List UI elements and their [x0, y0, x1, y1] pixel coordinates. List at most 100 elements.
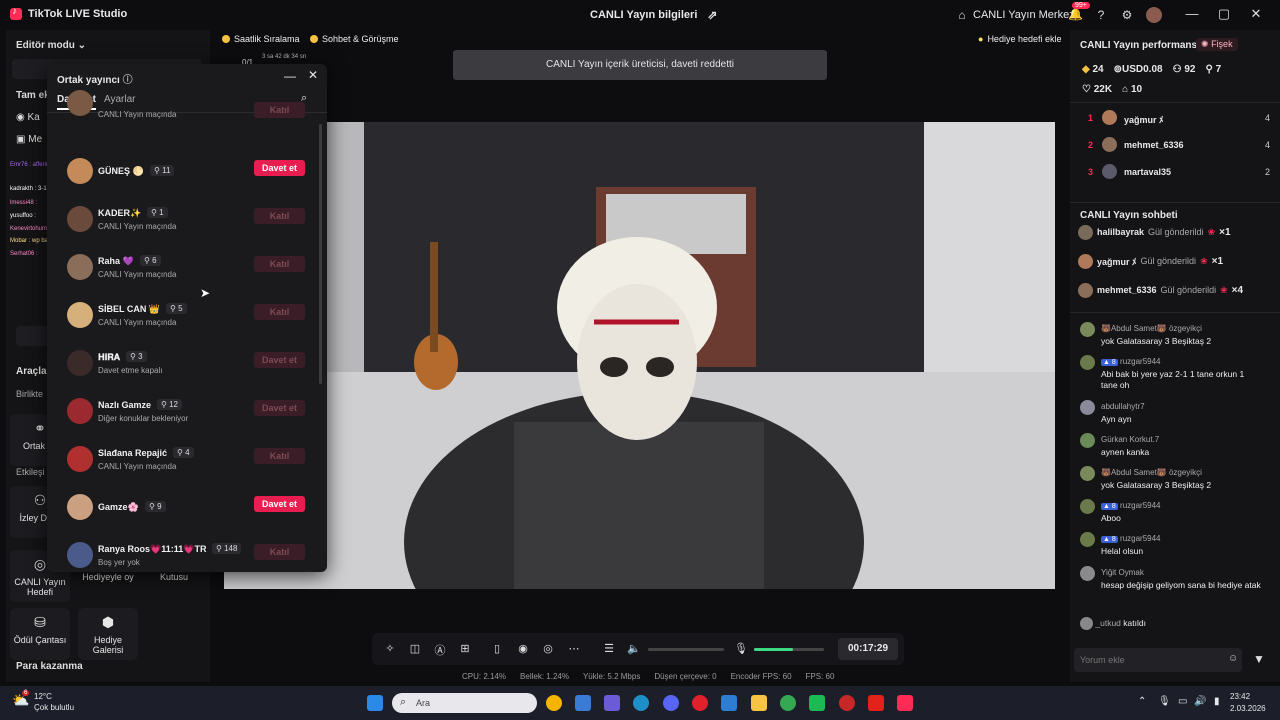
- message-user-name: ruzgar5944: [1120, 501, 1161, 510]
- hourly-ranking-tab[interactable]: Saatlik Sıralama: [222, 32, 300, 46]
- info-icon[interactable]: ⓘ: [123, 75, 133, 86]
- record-icon[interactable]: ◉: [516, 642, 530, 656]
- avatar[interactable]: [67, 206, 93, 232]
- taskbar-search[interactable]: ⌕ Ara: [392, 693, 537, 713]
- invite-action-button[interactable]: Katıl: [254, 448, 305, 464]
- scrollbar[interactable]: [319, 124, 322, 384]
- coin-icon: ◆: [1082, 64, 1090, 75]
- youtube-icon[interactable]: [868, 695, 884, 711]
- screen-icon[interactable]: ⊞: [458, 642, 472, 656]
- portrait-icon[interactable]: ▯: [490, 642, 504, 656]
- ranking-row[interactable]: 3 martaval35 2: [1080, 163, 1272, 183]
- avatar[interactable]: [67, 90, 93, 116]
- firecracker-badge[interactable]: ✺ Fişek: [1196, 38, 1238, 51]
- reward-bag-tool[interactable]: ⛁ Ödül Çantası: [10, 608, 70, 660]
- microphone-icon[interactable]: 🎙: [734, 642, 748, 656]
- source-media[interactable]: ▣ Me: [16, 134, 42, 145]
- network-icon[interactable]: ▭: [1178, 696, 1187, 707]
- comment-input[interactable]: ☺: [1074, 648, 1242, 672]
- start-windows-icon[interactable]: [367, 695, 383, 711]
- chat-message: Yiğit Oymak hesap değişip geliyom sana bi…: [1080, 566, 1270, 596]
- filter-icon[interactable]: ▼: [1253, 652, 1265, 666]
- invite-action-button[interactable]: Katıl: [254, 102, 305, 118]
- minimize-icon[interactable]: —: [284, 69, 296, 83]
- editor-mode-dropdown[interactable]: Editör modu ⌄: [16, 40, 86, 51]
- live-info-button[interactable]: CANLI Yayın bilgileri ⇗: [590, 8, 719, 22]
- speaker-icon[interactable]: 🔈: [627, 642, 641, 656]
- magic-icon[interactable]: ✧: [383, 642, 397, 656]
- ranking-row[interactable]: 2 mehmet_6336 4: [1080, 136, 1272, 156]
- folder-icon[interactable]: [751, 695, 767, 711]
- effects-icon[interactable]: ◫: [408, 642, 422, 656]
- tiktok-studio-taskbar-icon[interactable]: [897, 695, 913, 711]
- more-icon[interactable]: ⋯: [567, 642, 581, 656]
- invite-action-button[interactable]: Katıl: [254, 256, 305, 272]
- clock-time[interactable]: 23:42: [1230, 692, 1250, 701]
- gear-icon[interactable]: ⚙: [1120, 8, 1134, 22]
- chat-message: 🐻Abdul Samet🐻 özgeyikçi yok Galatasaray 3…: [1080, 322, 1270, 352]
- avatar[interactable]: [67, 158, 93, 184]
- invite-action-button[interactable]: Davet et: [254, 400, 305, 416]
- avatar[interactable]: [1146, 7, 1162, 23]
- gift-goal-button[interactable]: ● Hediye hedefi ekle: [978, 32, 1062, 46]
- discord-icon[interactable]: [663, 695, 679, 711]
- app-red-icon[interactable]: [839, 695, 855, 711]
- minimize-button[interactable]: —: [1182, 6, 1202, 24]
- notifications-button[interactable]: 🔔 99+: [1068, 2, 1090, 21]
- settings-sliders-icon[interactable]: ☰: [602, 642, 616, 656]
- avatar: [1078, 253, 1093, 269]
- mic-volume-slider[interactable]: [754, 648, 824, 651]
- avatar[interactable]: [67, 350, 93, 376]
- teams-icon[interactable]: [604, 695, 620, 711]
- avatar[interactable]: [67, 494, 93, 520]
- volume-icon[interactable]: 🔊: [1194, 696, 1206, 707]
- weather-widget[interactable]: ⛅ 6 12°C Çok bulutlu: [12, 690, 74, 712]
- comment-field[interactable]: [1080, 652, 1220, 668]
- mail-icon[interactable]: [721, 695, 737, 711]
- invite-action-button[interactable]: Davet et: [254, 352, 305, 368]
- close-icon[interactable]: ✕: [308, 68, 318, 82]
- avatar[interactable]: [67, 398, 93, 424]
- avatar[interactable]: [67, 302, 93, 328]
- invite-name: Nazlı Gamze: [98, 400, 152, 410]
- invite-action-button[interactable]: Katıl: [254, 208, 305, 224]
- avatar[interactable]: [67, 254, 93, 280]
- chrome-alt-icon[interactable]: [780, 695, 796, 711]
- speaker-volume-slider[interactable]: [648, 648, 724, 651]
- gift-vote-label: Hediyeyle oy: [82, 572, 134, 582]
- emoji-icon[interactable]: ☺: [1228, 653, 1238, 664]
- app-green-icon[interactable]: [809, 695, 825, 711]
- ranking-row[interactable]: 1 yağmur ﾒ 4: [1080, 109, 1272, 129]
- gift-gallery-tool[interactable]: ⬢ Hediye Galerisi: [78, 608, 138, 660]
- store-icon[interactable]: [575, 695, 591, 711]
- invite-count: ⚲ 9: [145, 501, 166, 512]
- capture-icon[interactable]: ◎: [541, 642, 555, 656]
- invite-action-button[interactable]: Davet et: [254, 160, 305, 176]
- avatar[interactable]: [67, 446, 93, 472]
- help-icon[interactable]: ?: [1094, 8, 1108, 22]
- search-icon: ⌕: [400, 696, 407, 708]
- mic-tray-icon[interactable]: 🎙: [1158, 696, 1171, 707]
- invite-action-button[interactable]: Katıl: [254, 304, 305, 320]
- video-preview[interactable]: [224, 122, 1055, 589]
- message-user-name: Gürkan Korkut.7: [1101, 435, 1160, 444]
- avatar[interactable]: [67, 542, 93, 568]
- message-user: 🐻Abdul Samet🐻 özgeyikçi: [1101, 468, 1202, 477]
- source-camera[interactable]: ◉ Ka: [16, 112, 40, 123]
- invite-action-button[interactable]: Davet et: [254, 496, 305, 512]
- battery-icon[interactable]: ▮: [1214, 696, 1220, 707]
- invite-action-button[interactable]: Katıl: [254, 544, 305, 560]
- ai-icon[interactable]: Ⓐ: [433, 642, 447, 657]
- maximize-button[interactable]: ▢: [1214, 6, 1234, 24]
- edge-icon[interactable]: [633, 695, 649, 711]
- title-bar: TikTok LIVE Studio CANLI Yayın bilgileri…: [0, 0, 1280, 30]
- invite-status: Diğer konuklar bekleniyor: [98, 414, 189, 423]
- chat-overlay-line: Serhat06 :: [10, 251, 38, 257]
- chrome-icon[interactable]: [546, 695, 562, 711]
- close-button[interactable]: ✕: [1246, 6, 1266, 24]
- opera-icon[interactable]: [692, 695, 708, 711]
- chat-call-tab[interactable]: Sohbet & Görüşme: [310, 32, 399, 46]
- live-center-button[interactable]: ⌂ CANLI Yayın Merkezi: [955, 8, 1077, 22]
- clock-date[interactable]: 2.03.2026: [1230, 704, 1266, 713]
- tray-chevron-icon[interactable]: ⌃: [1138, 696, 1146, 707]
